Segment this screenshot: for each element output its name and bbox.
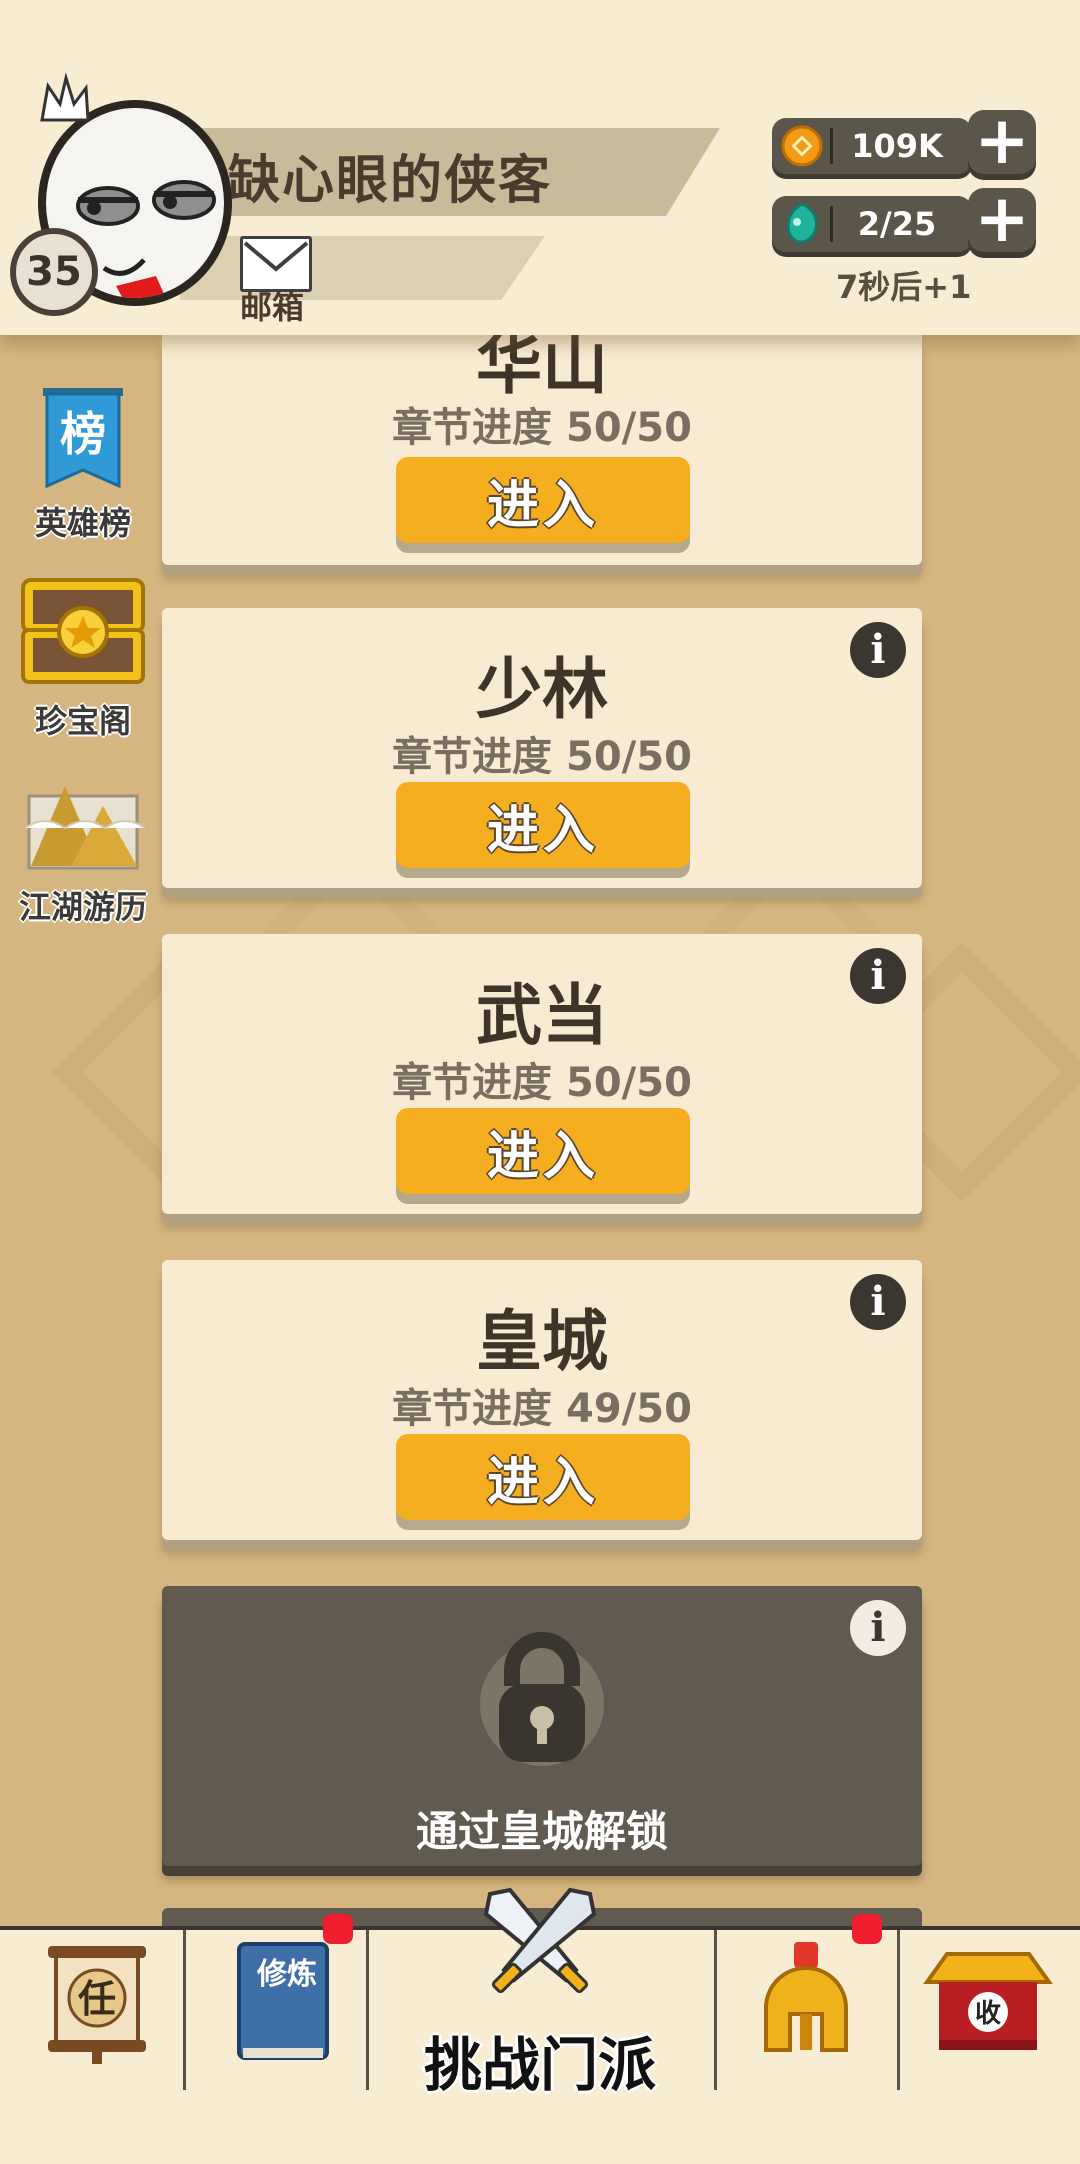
energy-regen-timer: 7秒后+1 (836, 268, 972, 306)
quest-char: 任 (78, 1977, 116, 2021)
treasure-chest-icon (21, 578, 145, 684)
sidebar-item-treasure[interactable]: 珍宝阁 (8, 570, 158, 742)
enter-button[interactable]: 进入 (396, 782, 690, 868)
leaderboard-banner-icon: 榜 (43, 388, 123, 489)
sect-title: 武当 (476, 977, 608, 1054)
sidebar-item-label: 珍宝阁 (34, 702, 131, 740)
enter-button[interactable]: 进入 (396, 1108, 690, 1194)
chapter-progress: 章节进度 50/50 (392, 405, 692, 451)
enter-button[interactable]: 进入 (396, 1434, 690, 1520)
lock-icon (480, 1632, 604, 1766)
sect-card-huangcheng: i 皇城 章节进度 49/50 进入 (162, 1260, 922, 1540)
crossed-swords-icon (483, 1887, 597, 1994)
sect-card-locked: i 通过皇城解锁 (162, 1586, 922, 1866)
notification-badge (852, 1914, 882, 1944)
player-name: 缺心眼的侠客 (228, 151, 553, 211)
nav-quest[interactable]: 任 (0, 1930, 186, 2090)
nav-collection[interactable]: 收 (897, 1930, 1080, 2090)
coins-value: 109K (851, 127, 943, 165)
nav-equipment[interactable] (714, 1914, 900, 2090)
energy-counter: 2/25 (772, 196, 972, 252)
collection-shop-icon: 收 (923, 1952, 1053, 2050)
leaderboard-char: 榜 (60, 407, 106, 461)
top-header: 35 缺心眼的侠客 邮箱 109K + 2/25 + 7秒后+1 (0, 0, 1080, 335)
chapter-progress: 章节进度 49/50 (392, 1386, 692, 1432)
helmet-icon (764, 1942, 848, 2052)
nav-challenge-sect[interactable]: 挑战门派 (366, 1887, 717, 2099)
training-char: 修炼 (256, 1957, 317, 1992)
mountain-scroll-icon (24, 786, 146, 870)
sidebar-item-label: 江湖游历 (18, 888, 147, 926)
sect-title: 皇城 (476, 1303, 608, 1380)
bottom-nav: 任 修炼 挑战门派 收 (0, 1887, 1080, 2164)
energy-value: 2/25 (857, 205, 937, 243)
add-coins-button[interactable]: + (968, 108, 1036, 174)
sect-title: 少林 (476, 651, 608, 728)
challenge-sect-label: 挑战门派 (423, 2031, 656, 2099)
notification-badge (323, 1914, 353, 1944)
add-energy-button[interactable]: + (968, 186, 1036, 252)
sidebar-item-label: 英雄榜 (34, 504, 131, 542)
energy-drop-icon (786, 202, 818, 244)
mail-label[interactable]: 邮箱 (240, 282, 304, 328)
chapter-progress: 章节进度 50/50 (392, 1060, 692, 1106)
collection-char: 收 (975, 1999, 1001, 2029)
nav-training[interactable]: 修炼 (183, 1914, 369, 2090)
crown-icon (40, 72, 90, 122)
chapter-progress: 章节进度 50/50 (392, 734, 692, 780)
sect-card-wudang: i 武当 章节进度 50/50 进入 (162, 934, 922, 1214)
coin-icon (781, 125, 823, 167)
enter-button[interactable]: 进入 (396, 457, 690, 543)
info-icon[interactable]: i (850, 1600, 906, 1656)
sidebar-item-travels[interactable]: 江湖游历 (8, 766, 158, 928)
training-book-icon: 修炼 (237, 1942, 329, 2060)
mail-banner (180, 236, 545, 300)
unlock-requirement: 通过皇城解锁 (415, 1807, 668, 1856)
quest-scroll-icon: 任 (48, 1946, 146, 2064)
sect-card-huashan: 华山 章节进度 50/50 进入 (162, 326, 922, 565)
sidebar-item-leaderboard[interactable]: 榜 英雄榜 (8, 386, 158, 544)
coins-counter: 109K (772, 118, 972, 174)
sect-card-shaolin: i 少林 章节进度 50/50 进入 (162, 608, 922, 888)
level-badge: 35 (10, 228, 98, 316)
